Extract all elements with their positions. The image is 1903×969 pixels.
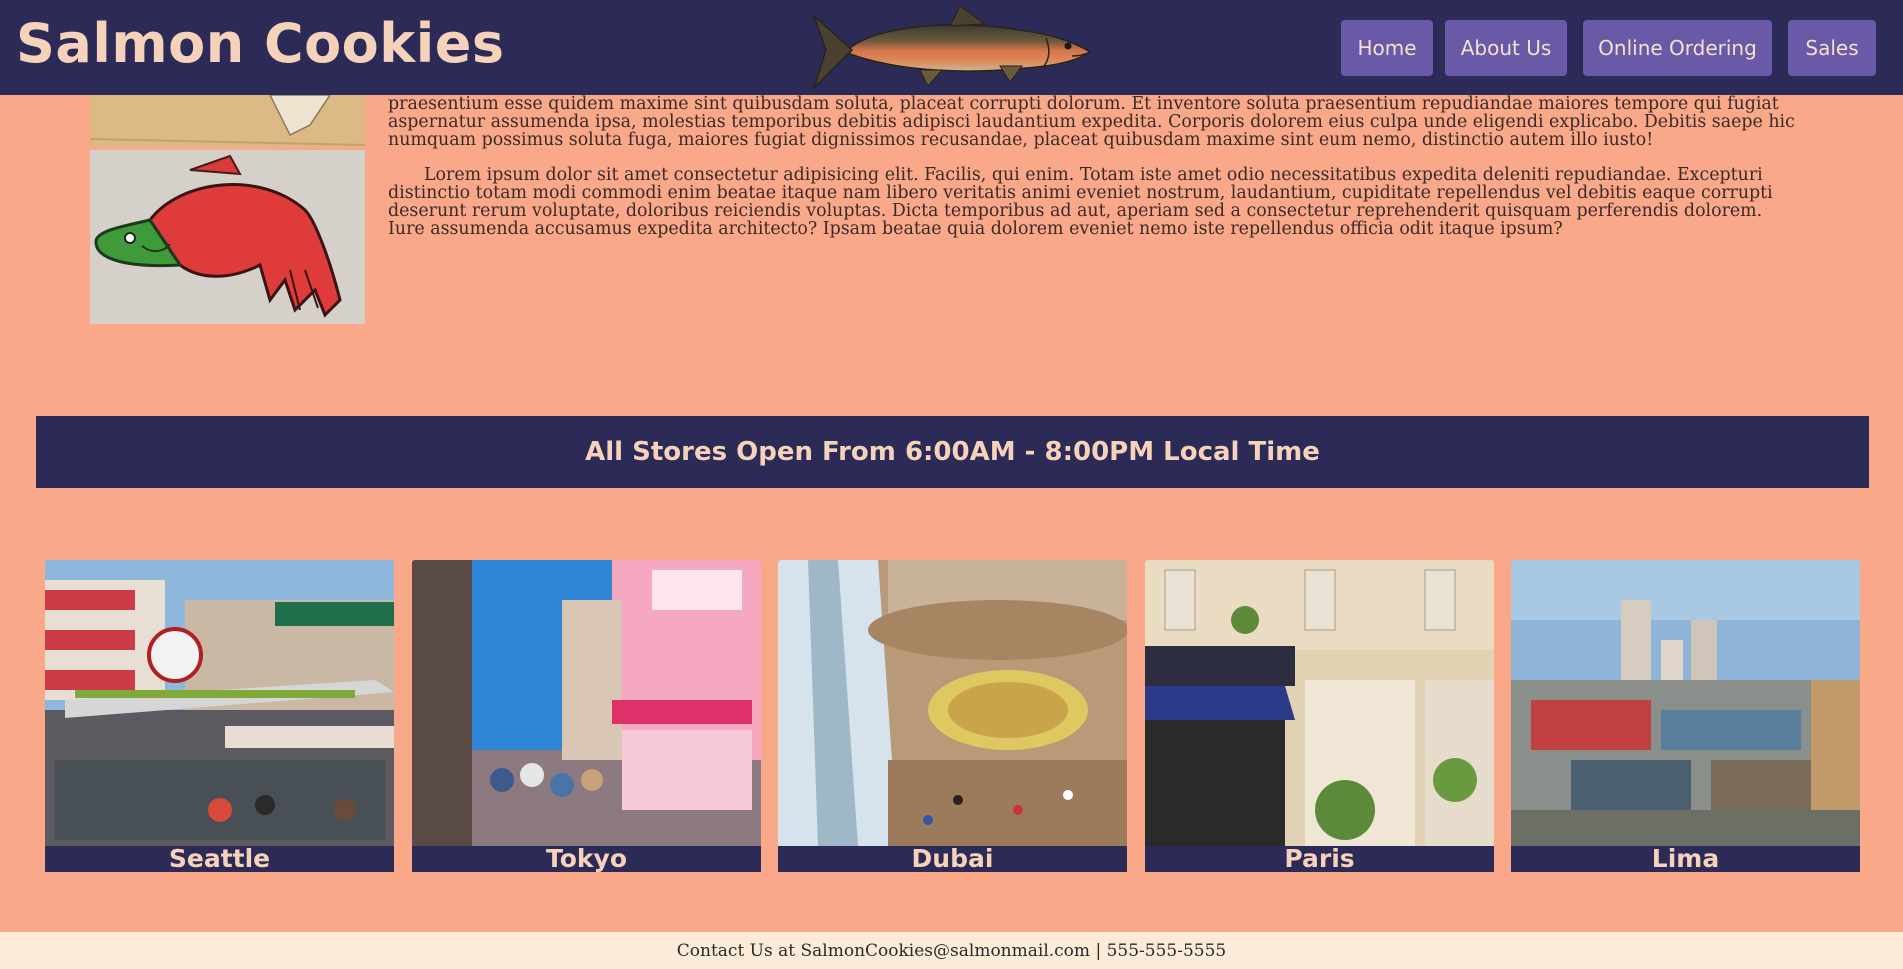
store-card-paris[interactable]: Paris — [1145, 560, 1494, 872]
nav-about-us-button[interactable]: About Us — [1445, 20, 1567, 76]
salmon-cookie-photo — [90, 150, 365, 324]
store-photo — [412, 560, 761, 846]
store-name: Paris — [1145, 846, 1494, 872]
store-photo — [1145, 560, 1494, 846]
store-photo — [778, 560, 1127, 846]
salmon-fish-icon — [813, 5, 1092, 89]
cookie-photo-partial — [90, 95, 365, 147]
store-name: Seattle — [45, 846, 394, 872]
site-title[interactable]: Salmon Cookies — [16, 12, 504, 75]
about-paragraph: Lorem ipsum dolor sit amet consectetur a… — [388, 165, 1773, 239]
store-name: Tokyo — [412, 846, 761, 872]
store-photo — [1511, 560, 1860, 846]
store-card-seattle[interactable]: Seattle — [45, 560, 394, 872]
site-footer: Contact Us at SalmonCookies@salmonmail.c… — [0, 932, 1903, 969]
store-photo — [45, 560, 394, 846]
about-paragraph: praesentium esse quidem maxime sint quib… — [388, 94, 1795, 150]
store-card-lima[interactable]: Lima — [1511, 560, 1860, 872]
store-hours-banner: All Stores Open From 6:00AM - 8:00PM Loc… — [36, 416, 1869, 488]
store-name: Dubai — [778, 846, 1127, 872]
store-name: Lima — [1511, 846, 1860, 872]
site-header: Salmon Cookies Home About Us Online Orde… — [0, 0, 1903, 95]
nav-online-ordering-button[interactable]: Online Ordering — [1583, 20, 1772, 76]
nav-sales-button[interactable]: Sales — [1788, 20, 1876, 76]
contact-info: Contact Us at SalmonCookies@salmonmail.c… — [676, 940, 1227, 961]
nav-home-button[interactable]: Home — [1341, 20, 1433, 76]
store-hours-text: All Stores Open From 6:00AM - 8:00PM Loc… — [585, 437, 1320, 467]
store-card-tokyo[interactable]: Tokyo — [412, 560, 761, 872]
store-card-dubai[interactable]: Dubai — [778, 560, 1127, 872]
